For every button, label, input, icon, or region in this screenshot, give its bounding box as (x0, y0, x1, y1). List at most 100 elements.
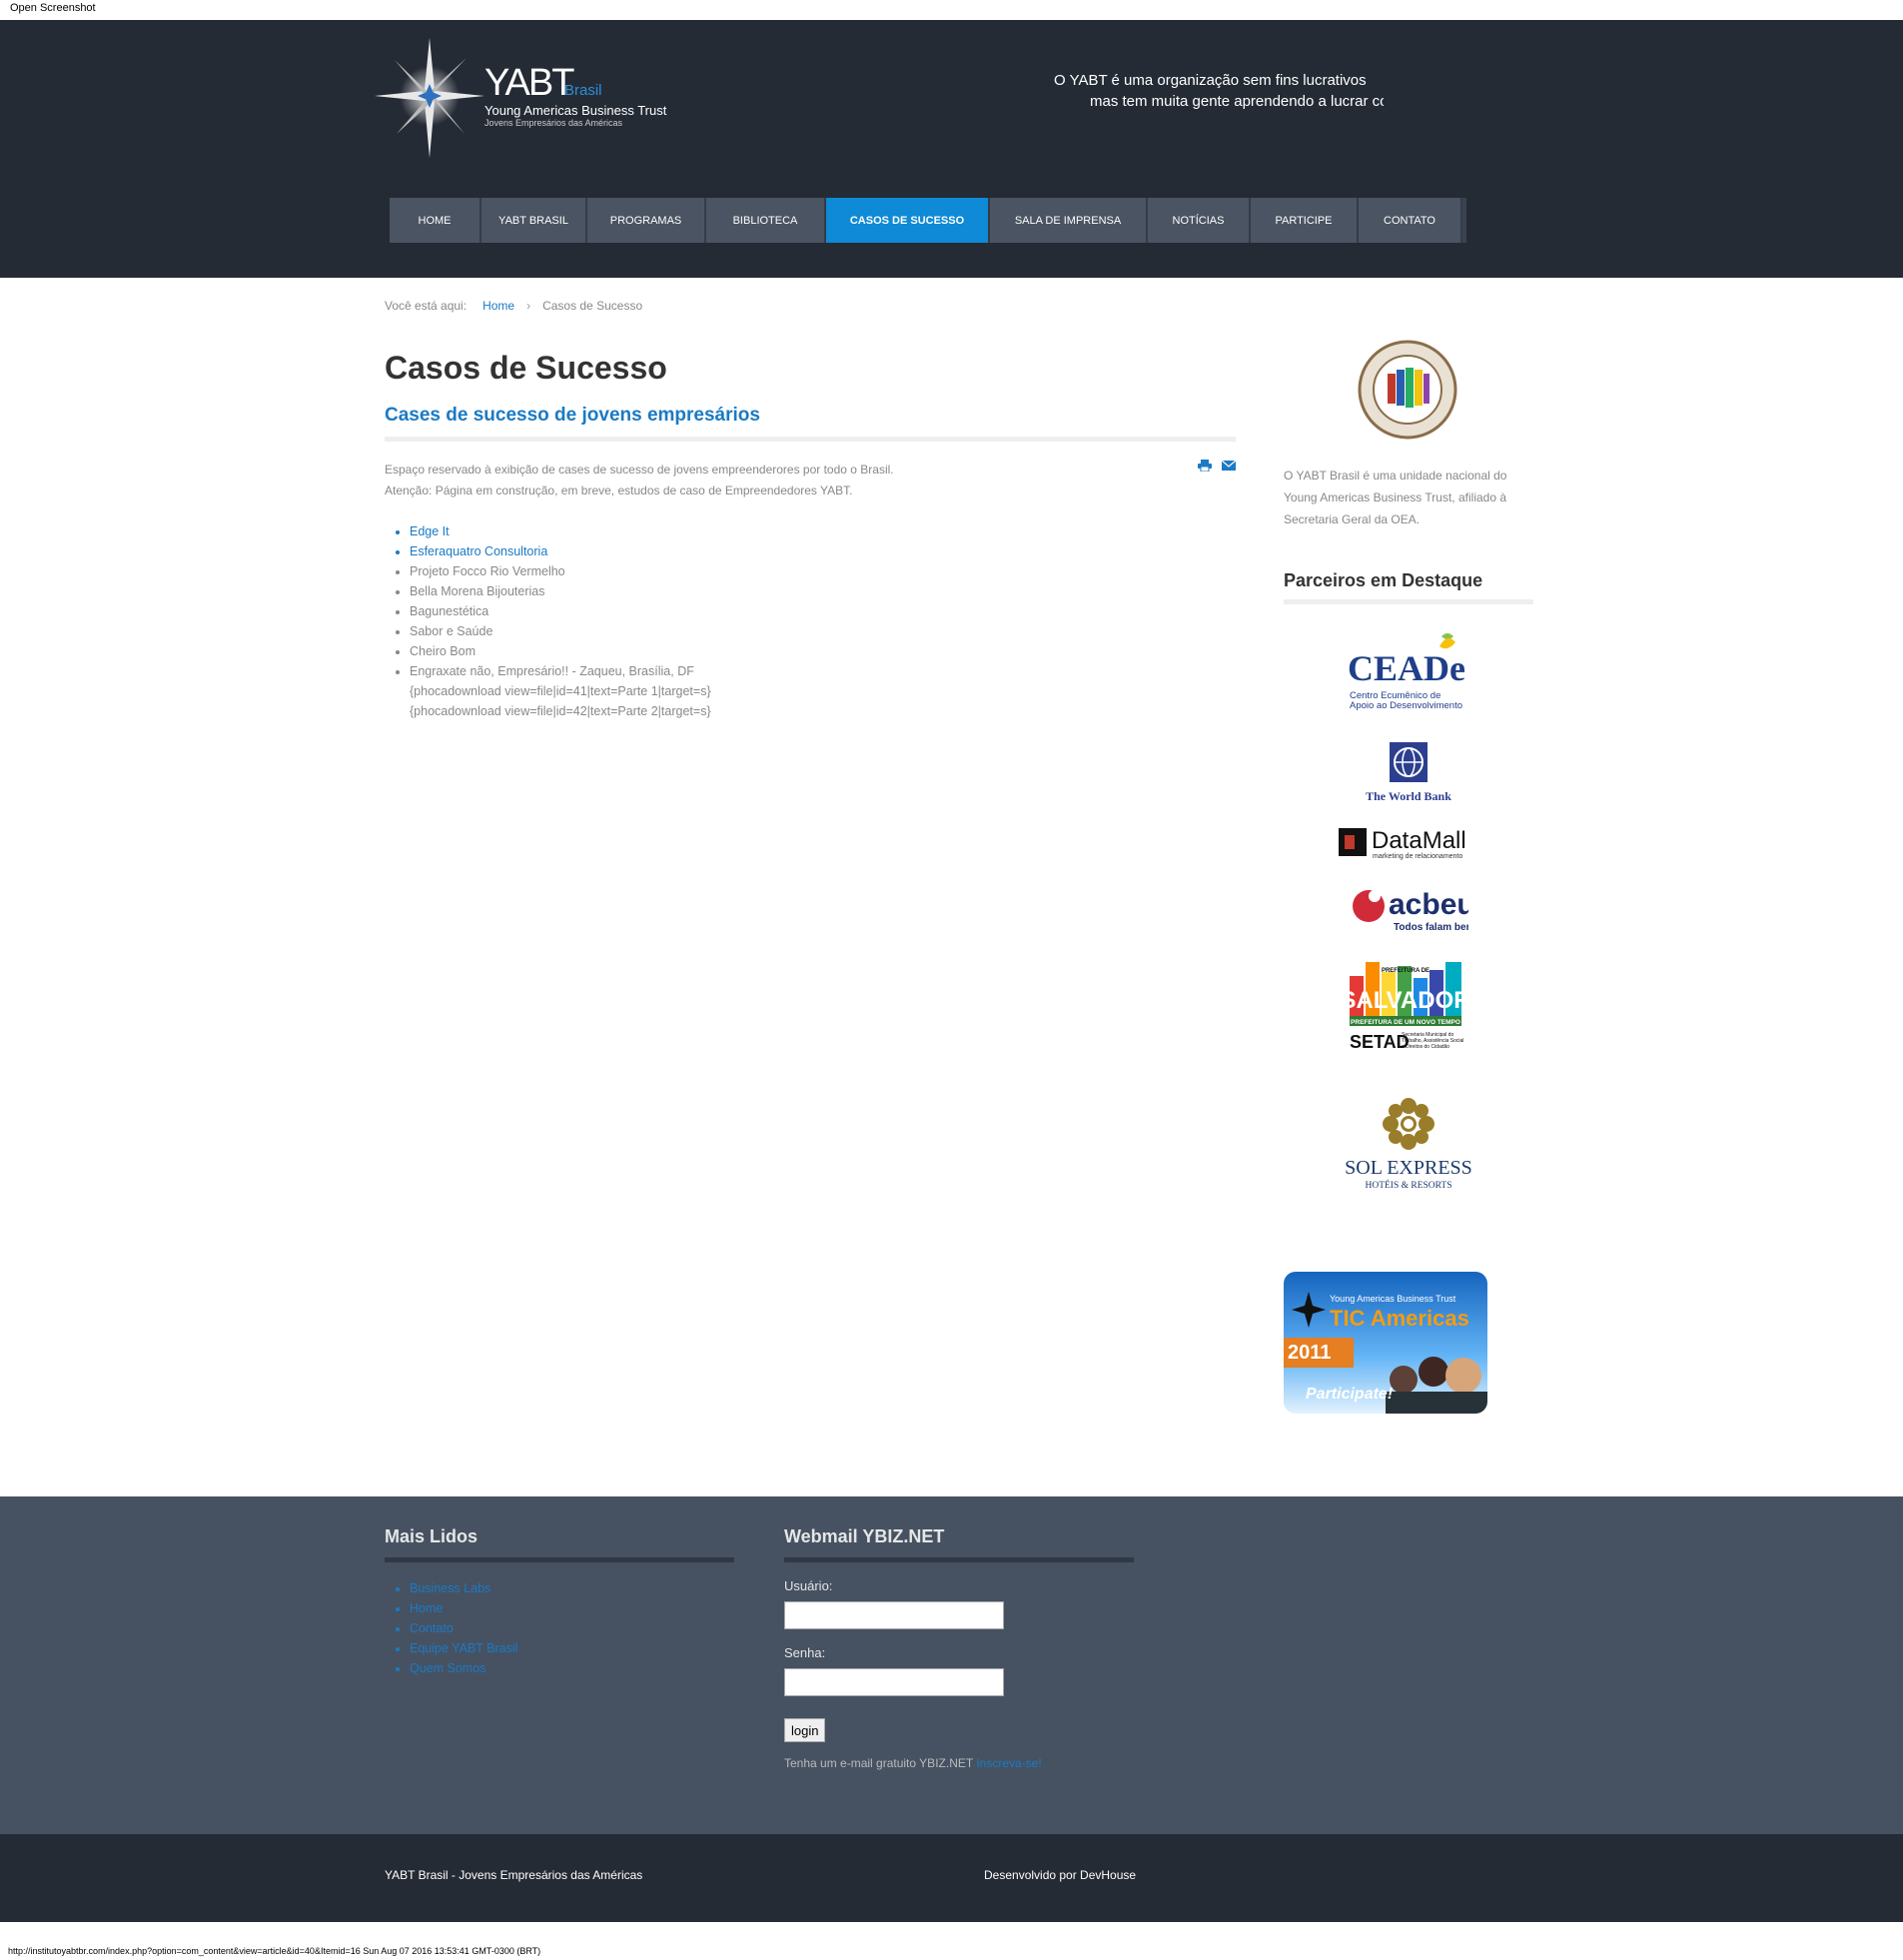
sidebar: O YABT Brasil é uma unidade nacional do … (1284, 340, 1533, 1414)
nav-home[interactable]: Home (390, 198, 481, 243)
setad-sub: Secretaria Municipal do Trabalho, Assist… (1402, 1032, 1464, 1050)
login-button[interactable]: login (784, 1718, 826, 1742)
nav-contato[interactable]: Contato (1359, 198, 1462, 243)
case-item: Sabor e Saúde (410, 621, 1236, 641)
most-read-heading: Mais Lidos (385, 1526, 734, 1562)
partner-world-bank[interactable]: The World Bank (1284, 738, 1533, 810)
case-link-edge-it[interactable]: Edge It (410, 521, 1236, 541)
tagline-line-1: O YABT é uma organização sem fins lucrat… (1054, 72, 1367, 89)
partner-datamall[interactable]: DataMall marketing de relacionamento (1284, 826, 1533, 860)
breadcrumb-home-link[interactable]: Home (482, 299, 514, 313)
success-cases-list: Edge It Esferaquatro Consultoria Projeto… (385, 521, 1236, 721)
breadcrumb: Você está aqui: Home › Casos de Sucesso (385, 299, 642, 313)
case-item: Engraxate não, Empresário!! - Zaqueu, Br… (410, 661, 1236, 681)
download-placeholder-2: {phocadownload view=file|id=42|text=Part… (410, 704, 711, 718)
intro-line-1: Espaço reservado à exibição de cases de … (385, 463, 894, 477)
salvador-logo-icon: PREFEITURA DE SALVADOR PREFEITURA DE UM … (1344, 962, 1471, 1052)
footer: Mais Lidos Business Labs Home Contato Eq… (0, 1496, 1903, 1834)
setad-name: SETAD (1350, 1032, 1410, 1052)
page-title: Casos de Sucesso (385, 350, 667, 386)
salvador-name: SALVADOR (1344, 987, 1471, 1014)
intro-line-2: Atenção: Página em construção, em breve,… (385, 484, 853, 497)
tic-americas-banner[interactable]: Young Americas Business Trust TIC Americ… (1284, 1272, 1487, 1414)
nav-yabt-brasil[interactable]: YABT Brasil (481, 198, 587, 243)
yabt-logo[interactable]: YABT Brasil Young Americas Business Trus… (375, 38, 674, 158)
case-item: Bella Morena Bijouterias (410, 581, 1236, 601)
datamall-name: DataMall (1372, 827, 1466, 854)
most-read-column: Mais Lidos Business Labs Home Contato Eq… (385, 1526, 734, 1678)
main-nav: Home YABT Brasil Programas Biblioteca Ca… (390, 198, 1466, 243)
sol-express-logo-icon: SOL EXPRESS HOTÉIS & RESORTS (1345, 1098, 1472, 1191)
partner-acbeu[interactable]: acbeu Todos falam bem (1284, 882, 1533, 936)
case-item: Projeto Focco Rio Vermelho (410, 561, 1236, 581)
webmail-note: Tenha um e-mail gratuito YBIZ.NET Inscre… (784, 1756, 1134, 1770)
tic-top: Young Americas Business Trust (1330, 1294, 1456, 1304)
datamall-logo-icon: DataMall marketing de relacionamento (1339, 827, 1466, 860)
ceade-name: CEADe (1348, 648, 1465, 688)
star-logo-icon (375, 38, 484, 158)
tic-title: TIC Americas (1330, 1306, 1469, 1331)
partner-sol-express[interactable]: SOL EXPRESS HOTÉIS & RESORTS (1284, 1094, 1533, 1194)
most-read-link[interactable]: Business Labs (410, 1578, 734, 1598)
status-bar-url: http://institutoyabtbr.com/index.php?opt… (8, 1946, 541, 1956)
world-bank-name: The World Bank (1366, 789, 1451, 803)
username-label: Usuário: (784, 1578, 833, 1593)
sol-name: SOL EXPRESS (1345, 1157, 1472, 1179)
chevron-right-icon: › (526, 299, 531, 313)
window-title: Open Screenshot (0, 0, 1903, 20)
logo-text: YABT Brasil Young Americas Business Trus… (484, 62, 666, 128)
webmail-column: Webmail YBIZ.NET Usuário: Senha: login T… (784, 1526, 1134, 1770)
most-read-link[interactable]: Home (410, 1598, 734, 1618)
copyright-text: YABT Brasil - Jovens Empresários das Amé… (385, 1868, 643, 1882)
sidebar-about-text: O YABT Brasil é uma unidade nacional do … (1284, 469, 1507, 526)
sol-sub: HOTÉIS & RESORTS (1365, 1179, 1451, 1191)
nav-sala-de-imprensa[interactable]: Sala de Imprensa (990, 198, 1148, 243)
developer-credit: Desenvolvido por DevHouse (984, 1868, 1137, 1882)
password-input[interactable] (784, 1668, 1004, 1696)
acbeu-sub: Todos falam bem (1394, 922, 1468, 933)
most-read-link[interactable]: Contato (410, 1618, 734, 1638)
most-read-link[interactable]: Equipe YABT Brasil (410, 1638, 734, 1658)
ceade-logo-icon: CEADe Centro Ecumênico de Apoio ao Desen… (1348, 633, 1465, 711)
username-input[interactable] (784, 1601, 1004, 1629)
nav-programas[interactable]: Programas (587, 198, 706, 243)
tagline-line-2: mas tem muita gente aprendendo a lucrar … (1090, 93, 1384, 110)
nav-noticias[interactable]: Notícias (1148, 198, 1251, 243)
download-placeholder-1: {phocadownload view=file|id=41|text=Part… (410, 684, 711, 698)
breadcrumb-current: Casos de Sucesso (542, 299, 643, 313)
logo-subtitle: Young Americas Business Trust (484, 103, 667, 118)
webmail-note-text: Tenha um e-mail gratuito YBIZ.NET (784, 1756, 973, 1770)
salvador-top: PREFEITURA DE (1382, 968, 1429, 974)
case-item: Bagunestética (410, 601, 1236, 621)
article-tools (1198, 460, 1236, 472)
datamall-sub: marketing de relacionamento (1373, 853, 1462, 860)
most-read-link[interactable]: Quem Somos (410, 1658, 734, 1678)
print-icon[interactable] (1198, 460, 1212, 472)
bottom-bar: YABT Brasil - Jovens Empresários das Amé… (0, 1834, 1903, 1922)
world-bank-logo-icon: The World Bank (1366, 742, 1451, 803)
main-content: Casos de Sucesso Cases de sucesso de jov… (385, 350, 1236, 721)
nav-participe[interactable]: Participe (1251, 198, 1359, 243)
nav-casos-de-sucesso[interactable]: Casos de Sucesso (826, 198, 990, 243)
salvador-band: PREFEITURA DE UM NOVO TEMPO (1351, 1019, 1460, 1026)
partners-heading: Parceiros em Destaque (1284, 570, 1533, 604)
email-icon[interactable] (1222, 460, 1236, 472)
tic-cta: Participate! (1306, 1386, 1394, 1403)
acbeu-logo-icon: acbeu Todos falam bem (1353, 888, 1468, 933)
password-label: Senha: (784, 1645, 826, 1660)
ceade-sub2: Apoio ao Desenvolvimento (1350, 700, 1462, 711)
partner-ceade[interactable]: CEADe Centro Ecumênico de Apoio ao Desen… (1284, 628, 1533, 714)
oea-seal-icon (1358, 340, 1457, 440)
breadcrumb-prefix: Você está aqui: (385, 299, 468, 313)
case-link-esferaquatro[interactable]: Esferaquatro Consultoria (410, 541, 1236, 561)
nav-biblioteca[interactable]: Biblioteca (706, 198, 826, 243)
webmail-heading: Webmail YBIZ.NET (784, 1526, 1134, 1562)
article-intro: Espaço reservado à exibição de cases de … (385, 460, 1236, 501)
site-header: YABT Brasil Young Americas Business Trus… (0, 20, 1903, 278)
partner-prefeitura-salvador[interactable]: PREFEITURA DE SALVADOR PREFEITURA DE UM … (1284, 958, 1533, 1056)
logo-brasil: Brasil (564, 82, 602, 99)
signup-link[interactable]: Inscreva-se! (976, 1756, 1041, 1770)
logo-subtitle-pt: Jovens Empresários das Américas (484, 118, 623, 128)
article-subtitle: Cases de sucesso de jovens empresários (385, 405, 1236, 442)
tic-year: 2011 (1288, 1342, 1332, 1364)
